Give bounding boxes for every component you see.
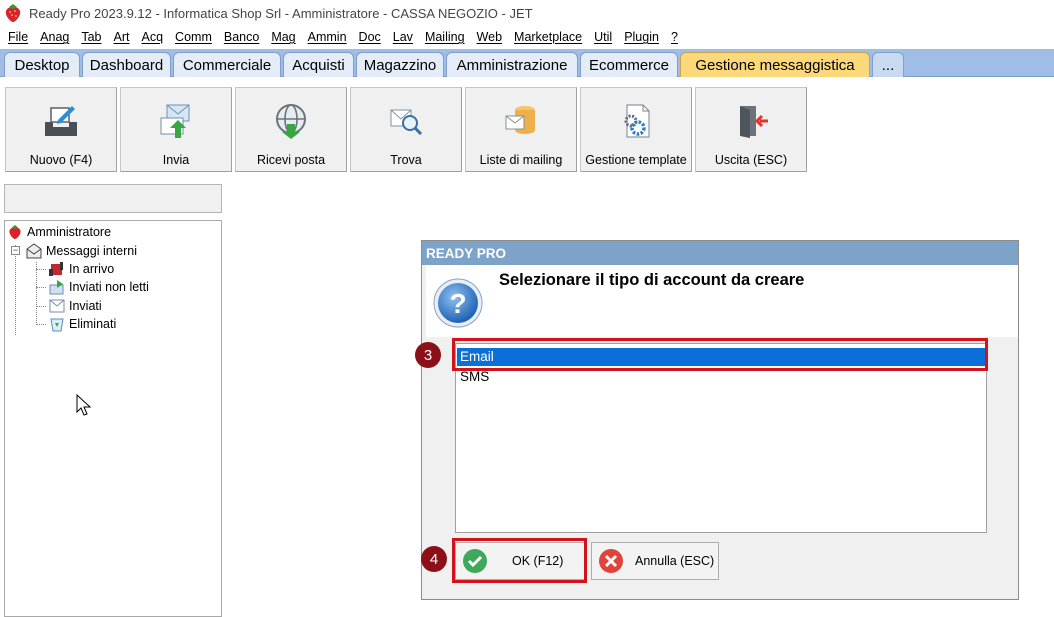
dialog-title: READY PRO xyxy=(422,241,1018,265)
receive-mail-icon xyxy=(271,101,311,141)
menu-item-tab[interactable]: Tab xyxy=(75,30,107,44)
tree-root[interactable]: Amministratore xyxy=(6,223,111,241)
tree-item-deleted[interactable]: Eliminati xyxy=(48,315,116,333)
send-button-label: Invia xyxy=(162,153,190,167)
menu-item-file[interactable]: File xyxy=(2,30,34,44)
sent-icon xyxy=(48,298,66,314)
mailing-list-button[interactable]: Liste di mailing xyxy=(465,87,577,172)
menu-item-ammin[interactable]: Ammin xyxy=(302,30,353,44)
tree-branch xyxy=(36,306,46,307)
tab-more[interactable]: ... xyxy=(872,52,904,77)
find-button[interactable]: Trova xyxy=(350,87,462,172)
window-titlebar: Ready Pro 2023.9.12 - Informatica Shop S… xyxy=(0,0,1054,26)
menu-item-web[interactable]: Web xyxy=(471,30,508,44)
strawberry-icon xyxy=(6,224,24,240)
module-tab-strip: Desktop Dashboard Commerciale Acquisti Magaz… xyxy=(0,49,1054,77)
search-input[interactable] xyxy=(4,184,222,213)
tab-amministrazione[interactable]: Amministrazione xyxy=(446,52,578,77)
new-button[interactable]: Nuovo (F4) xyxy=(5,87,117,172)
tab-ecommerce[interactable]: Ecommerce xyxy=(580,52,678,77)
menu-item-mailing[interactable]: Mailing xyxy=(419,30,471,44)
cancel-icon xyxy=(598,548,624,574)
step-badge-4: 4 xyxy=(421,546,447,572)
account-type-list[interactable]: Email SMS xyxy=(455,343,987,533)
menu-item-lav[interactable]: Lav xyxy=(387,30,419,44)
menu-item-anag[interactable]: Anag xyxy=(34,30,75,44)
recycle-bin-icon xyxy=(48,316,66,332)
tree-branch xyxy=(36,287,46,288)
toolbar: Nuovo (F4) Invia Ricevi posta Trova List… xyxy=(0,78,1054,178)
strawberry-icon xyxy=(2,2,24,24)
highlight-email-option xyxy=(452,338,988,371)
menu-item-util[interactable]: Util xyxy=(588,30,618,44)
window-title: Ready Pro 2023.9.12 - Informatica Shop S… xyxy=(29,5,533,21)
tree-root-label: Amministratore xyxy=(27,225,112,239)
exit-button-label: Uscita (ESC) xyxy=(714,153,788,167)
highlight-ok-button xyxy=(452,538,587,583)
menu-item-acq[interactable]: Acq xyxy=(136,30,170,44)
tab-dashboard[interactable]: Dashboard xyxy=(82,52,171,77)
template-management-button-label: Gestione template xyxy=(585,153,687,167)
tree-group-internal-messages[interactable]: Messaggi interni xyxy=(25,242,137,260)
menu-item-help[interactable]: ? xyxy=(665,30,684,44)
question-icon: ? xyxy=(432,277,484,329)
tree-item-label: Inviati xyxy=(69,299,102,313)
tree-group-label: Messaggi interni xyxy=(46,244,138,258)
folder-tree: Amministratore − Messaggi interni In arr… xyxy=(4,220,222,617)
tree-connector xyxy=(36,262,37,325)
menu-item-mag[interactable]: Mag xyxy=(265,30,301,44)
receive-mail-button[interactable]: Ricevi posta xyxy=(235,87,347,172)
dialog-message: Selezionare il tipo di account da creare xyxy=(499,271,805,289)
menu-item-doc[interactable]: Doc xyxy=(353,30,387,44)
mailing-list-button-label: Liste di mailing xyxy=(479,153,563,167)
tab-desktop[interactable]: Desktop xyxy=(4,52,80,77)
mailing-list-icon xyxy=(501,101,541,141)
messages-icon xyxy=(25,243,43,259)
cancel-button-label: Annulla (ESC) xyxy=(635,554,715,568)
exit-icon xyxy=(731,101,771,141)
template-management-button[interactable]: Gestione template xyxy=(580,87,692,172)
tree-branch xyxy=(36,324,46,325)
tree-item-inbox[interactable]: In arrivo xyxy=(48,260,114,278)
tree-item-label: In arrivo xyxy=(69,262,115,276)
find-icon xyxy=(386,101,426,141)
cancel-button[interactable]: Annulla (ESC) xyxy=(591,542,719,580)
template-settings-icon xyxy=(616,101,656,141)
dialog-header: ? Selezionare il tipo di account da crea… xyxy=(426,265,1018,337)
tree-item-label: Eliminati xyxy=(69,317,117,331)
tab-commerciale[interactable]: Commerciale xyxy=(173,52,281,77)
collapse-toggle[interactable]: − xyxy=(11,246,20,255)
sent-unread-icon xyxy=(48,279,66,295)
exit-button[interactable]: Uscita (ESC) xyxy=(695,87,807,172)
menu-item-marketplace[interactable]: Marketplace xyxy=(508,30,588,44)
mouse-pointer-icon xyxy=(76,393,92,421)
menu-item-banco[interactable]: Banco xyxy=(218,30,265,44)
menu-item-comm[interactable]: Comm xyxy=(169,30,218,44)
tree-item-label: Inviati non letti xyxy=(69,280,149,294)
tab-gestione-messaggistica[interactable]: Gestione messaggistica xyxy=(680,52,870,77)
receive-mail-button-label: Ricevi posta xyxy=(256,153,326,167)
tab-acquisti[interactable]: Acquisti xyxy=(283,52,354,77)
tab-magazzino[interactable]: Magazzino xyxy=(356,52,444,77)
inbox-icon xyxy=(48,261,66,277)
tree-connector xyxy=(15,245,16,335)
menu-bar: File Anag Tab Art Acq Comm Banco Mag Ammin Doc Lav… xyxy=(0,26,1054,48)
tree-item-sent[interactable]: Inviati xyxy=(48,297,102,315)
tree-item-sent-unread[interactable]: Inviati non letti xyxy=(48,278,149,296)
new-message-icon xyxy=(41,101,81,141)
step-badge-3: 3 xyxy=(415,342,441,368)
find-button-label: Trova xyxy=(390,153,422,167)
send-icon xyxy=(156,101,196,141)
svg-text:?: ? xyxy=(449,288,466,319)
menu-item-art[interactable]: Art xyxy=(108,30,136,44)
menu-item-plugin[interactable]: Plugin xyxy=(618,30,665,44)
tree-branch xyxy=(36,269,46,270)
new-button-label: Nuovo (F4) xyxy=(29,153,93,167)
send-button[interactable]: Invia xyxy=(120,87,232,172)
